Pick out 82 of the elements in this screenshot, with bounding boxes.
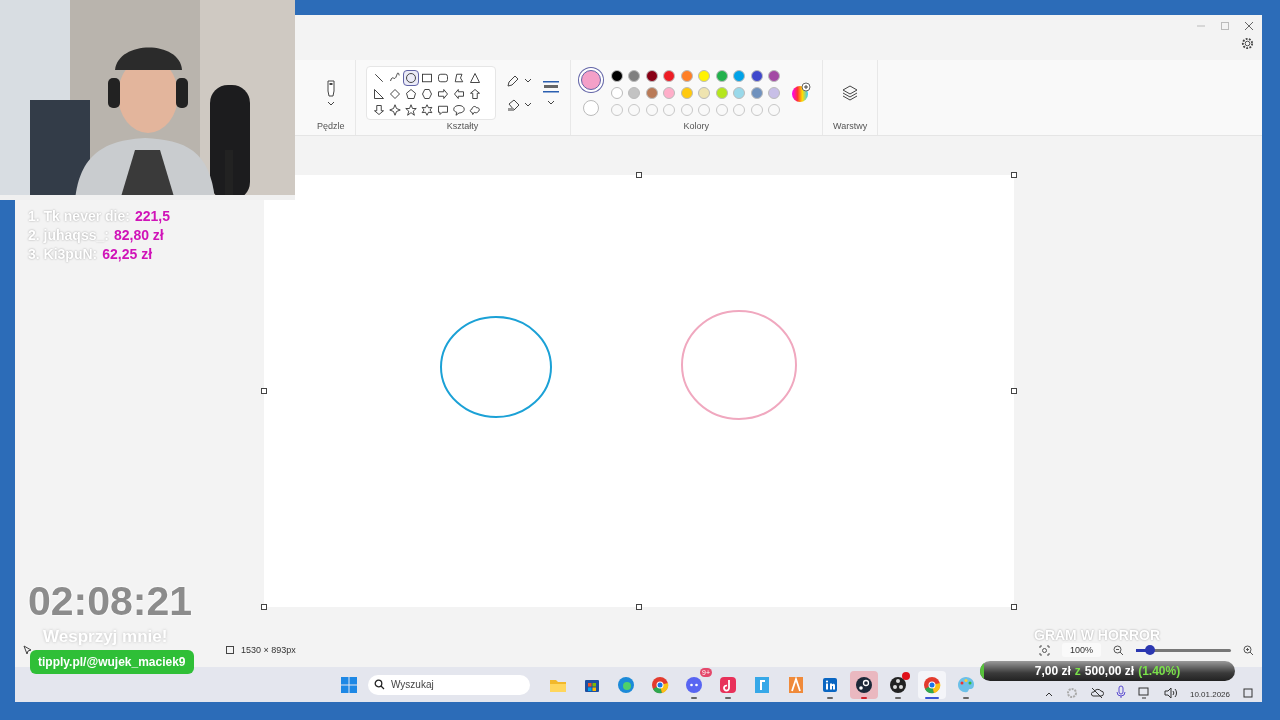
color-swatch[interactable] — [698, 69, 711, 82]
color-swatch[interactable] — [733, 69, 746, 82]
fit-icon[interactable] — [1038, 644, 1050, 656]
color-swatch[interactable] — [628, 86, 641, 99]
color-swatch[interactable] — [733, 86, 746, 99]
color-swatch[interactable] — [663, 69, 676, 82]
stream-timer: 02:08:21 — [28, 578, 193, 625]
donation-amount: 62,25 zł — [102, 246, 153, 262]
chat-icon — [684, 674, 704, 695]
taskbar-button[interactable] — [850, 670, 878, 699]
microphone-icon[interactable] — [1115, 685, 1126, 699]
clock-date[interactable]: 10.01.2026 — [1189, 690, 1230, 699]
four-point-star-icon[interactable] — [386, 101, 403, 118]
color-swatch[interactable] — [628, 69, 641, 82]
six-point-star-icon[interactable] — [418, 101, 435, 118]
notification-icon[interactable] — [1242, 687, 1254, 699]
goal-separator: z — [1074, 664, 1081, 678]
color-picker-icon[interactable] — [790, 81, 813, 104]
zoom-in-icon[interactable] — [1243, 644, 1254, 656]
search-field[interactable]: Wyszukaj — [368, 674, 530, 695]
color-swatch[interactable] — [750, 86, 763, 99]
color-swatch[interactable] — [680, 86, 693, 99]
record-icon — [888, 674, 908, 695]
fill-icon[interactable] — [505, 97, 532, 112]
canvas-size-icon — [225, 645, 235, 655]
browser-icon — [922, 674, 942, 695]
color-swatch[interactable] — [715, 69, 728, 82]
oval-icon[interactable] — [402, 69, 419, 86]
zoom-slider[interactable] — [1136, 648, 1231, 652]
music-note-icon — [718, 674, 738, 695]
speaker-icon[interactable] — [1163, 687, 1178, 699]
tile-icon — [786, 674, 806, 695]
cursor-icon — [23, 645, 33, 655]
primary-color[interactable] — [580, 69, 601, 90]
color-swatch[interactable] — [645, 69, 658, 82]
color-swatch[interactable] — [610, 69, 623, 82]
taskbar-button[interactable] — [918, 670, 946, 699]
color-swatch[interactable] — [750, 69, 763, 82]
browser-icon — [650, 674, 670, 695]
color-swatch[interactable] — [698, 86, 711, 99]
brush-icon[interactable] — [324, 78, 337, 107]
color-swatch[interactable] — [768, 69, 781, 82]
search-icon — [374, 679, 385, 690]
donation-amount: 82,80 zł — [113, 227, 164, 243]
network-icon[interactable] — [1137, 687, 1152, 699]
zoom-dropdown[interactable]: 100% — [1061, 643, 1101, 657]
settings-icon[interactable] — [1241, 37, 1254, 50]
close-icon[interactable] — [1244, 21, 1254, 31]
resize-handle[interactable] — [260, 387, 267, 394]
cloud-off-icon[interactable] — [1089, 687, 1104, 699]
resize-handle[interactable] — [260, 603, 267, 610]
resize-handle[interactable] — [635, 603, 642, 610]
tile-icon — [752, 674, 772, 695]
color-swatch[interactable] — [680, 69, 693, 82]
group-label: Warstwy — [833, 121, 868, 131]
palette-icon — [956, 674, 976, 695]
group-label: Pędzle — [317, 121, 345, 131]
goal-current: 7,00 zł — [1034, 664, 1071, 678]
color-swatch[interactable] — [768, 86, 781, 99]
browser-icon — [616, 674, 636, 695]
resize-handle[interactable] — [1010, 171, 1017, 178]
group-label: Kolory — [683, 121, 710, 131]
disc-icon — [854, 674, 874, 695]
group-label: Kształty — [446, 121, 479, 131]
color-swatch[interactable] — [715, 86, 728, 99]
resize-handle[interactable] — [1010, 387, 1017, 394]
zoom-out-icon[interactable] — [1113, 644, 1124, 656]
canvas-size: 1530 × 893px — [241, 645, 296, 655]
start-icon[interactable] — [340, 675, 358, 694]
color-swatch[interactable] — [663, 86, 676, 99]
star-icon[interactable] — [402, 101, 419, 118]
color-swatch[interactable] — [610, 86, 623, 99]
outline-icon[interactable] — [505, 73, 532, 88]
resize-handle[interactable] — [635, 171, 642, 178]
secondary-color[interactable] — [582, 99, 599, 116]
donation-amount: 221,5 — [134, 208, 170, 224]
goal-percent: (1.40%) — [1138, 664, 1181, 678]
layers-icon[interactable] — [841, 83, 860, 102]
resize-handle[interactable] — [1010, 603, 1017, 610]
goal-target: 500,00 zł — [1084, 664, 1135, 678]
color-swatch[interactable] — [645, 86, 658, 99]
line-size-icon[interactable] — [541, 78, 560, 107]
